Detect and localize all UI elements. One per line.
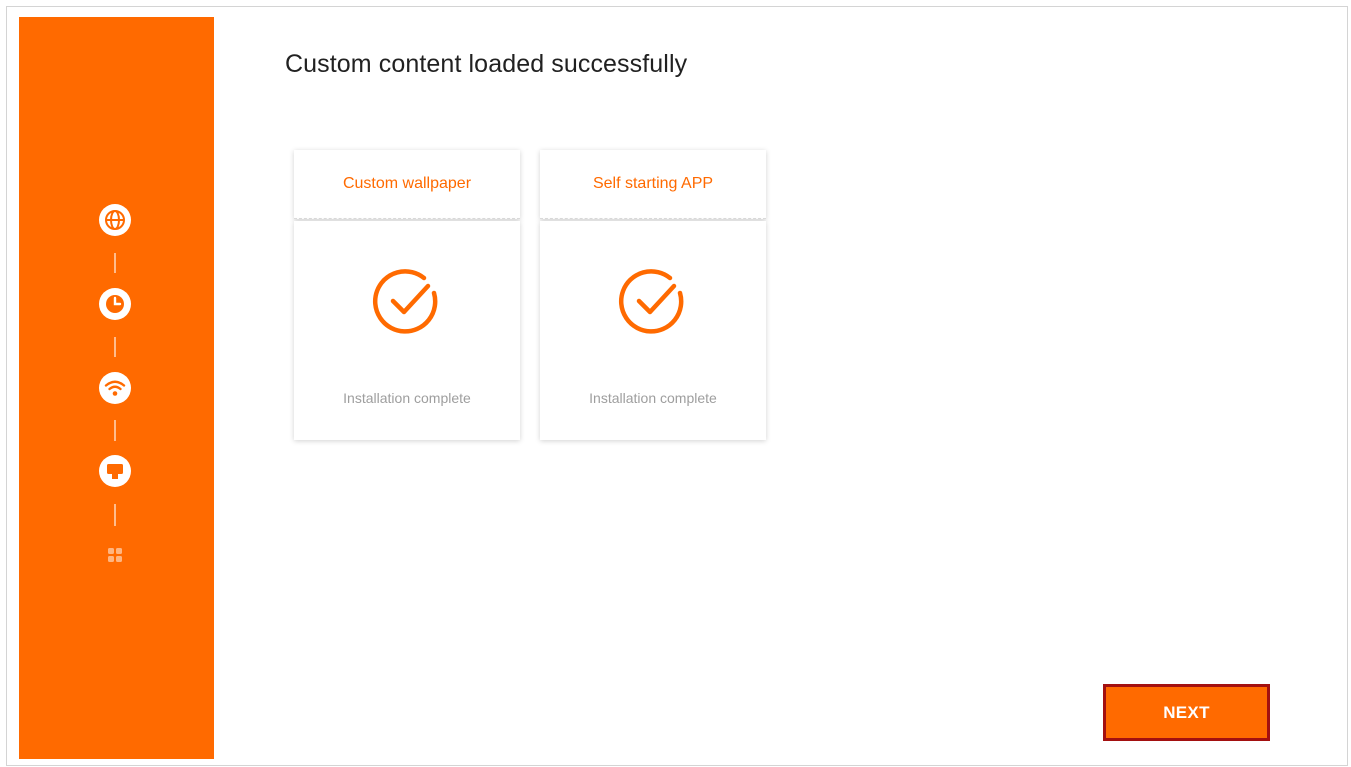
- step-connector: [114, 253, 116, 273]
- install-status: Installation complete: [343, 390, 471, 406]
- check-circle-icon: [617, 266, 689, 343]
- install-status: Installation complete: [589, 390, 717, 406]
- next-button[interactable]: NEXT: [1103, 684, 1270, 741]
- card-header-self-starting-app: Self starting APP: [540, 150, 766, 219]
- card-custom-wallpaper: Installation complete: [294, 221, 520, 440]
- step-connector: [114, 420, 116, 441]
- card-title: Self starting APP: [592, 175, 714, 192]
- wifi-icon: [97, 370, 133, 406]
- check-circle-icon: [371, 266, 443, 343]
- step-connector: [114, 504, 116, 526]
- clock-icon: [97, 286, 133, 322]
- page-title: Custom content loaded successfully: [285, 50, 688, 78]
- step-connector: [114, 337, 116, 357]
- globe-icon: [97, 202, 133, 238]
- card-self-starting-app: Installation complete: [540, 221, 766, 440]
- apps-grid-icon: [97, 537, 133, 573]
- display-icon: [97, 453, 133, 489]
- card-title: Custom wallpaper: [342, 175, 472, 192]
- card-header-custom-wallpaper: Custom wallpaper: [294, 150, 520, 219]
